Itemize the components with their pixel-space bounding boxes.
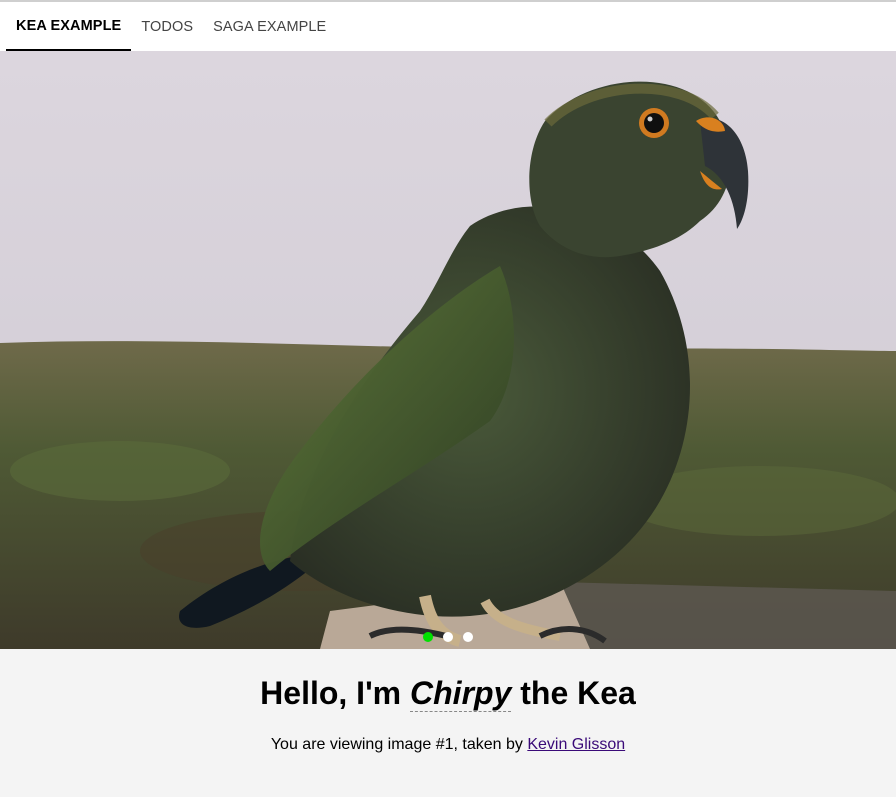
credit-middle: , taken by [453,736,528,753]
slide-dot-2[interactable] [443,632,453,642]
tab-todos[interactable]: TODOS [131,2,203,51]
tab-saga-example[interactable]: SAGA EXAMPLE [203,2,336,51]
kea-name[interactable]: Chirpy [410,675,512,712]
image-credit: You are viewing image #1, taken by Kevin… [0,736,896,754]
slide-dot-3[interactable] [463,632,473,642]
nav-tabs: KEA EXAMPLE TODOS SAGA EXAMPLE [6,2,336,51]
title-suffix: the Kea [511,675,636,711]
top-navigation: KEA EXAMPLE TODOS SAGA EXAMPLE [0,0,896,51]
credit-prefix: You are viewing image # [270,736,445,753]
tab-kea-example[interactable]: KEA EXAMPLE [6,2,132,51]
image-number: 1 [444,736,454,753]
kea-photo-illustration [0,51,896,649]
photographer-link[interactable]: Kevin Glisson [527,736,625,753]
title-prefix: Hello, I'm [260,675,411,711]
slideshow-dots [0,632,896,642]
page-title: Hello, I'm Chirpy the Kea [0,649,896,713]
kea-photo [0,51,896,649]
caption-area: Hello, I'm Chirpy the Kea You are viewin… [0,649,896,797]
slide-dot-1[interactable] [423,632,433,642]
